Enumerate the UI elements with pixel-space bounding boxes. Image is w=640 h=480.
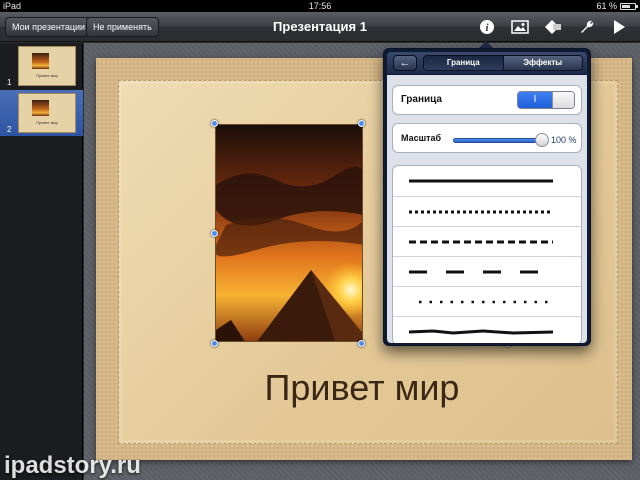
- slide-preview-text: Привет мир: [36, 120, 58, 125]
- slide-preview-photo: [32, 53, 49, 69]
- slide-thumbnail-2[interactable]: 2 Привет мир: [0, 90, 83, 136]
- battery-status: 61 %: [596, 0, 638, 12]
- my-presentations-button[interactable]: Мои презентации: [5, 17, 93, 37]
- slide-number: 1: [7, 78, 12, 87]
- scale-slider-track[interactable]: [453, 138, 541, 143]
- slide-image[interactable]: [215, 124, 363, 342]
- scale-value: 100 %: [551, 135, 577, 145]
- slide-navigator: 1 Привет мир 2 Привет мир: [0, 43, 83, 480]
- slide-thumbnail-1[interactable]: 1 Привет мир: [0, 43, 83, 89]
- back-arrow-icon[interactable]: ←: [393, 55, 417, 71]
- slide-preview: Привет мир: [18, 46, 76, 86]
- shapes-icon[interactable]: [541, 16, 565, 38]
- line-style-solid[interactable]: [393, 166, 581, 196]
- border-toggle-row: Граница I: [392, 85, 582, 115]
- line-style-list: [392, 165, 582, 343]
- resize-handle-bottom-left[interactable]: [211, 340, 218, 347]
- scale-slider-knob[interactable]: [535, 133, 549, 147]
- resize-handle-top-right[interactable]: [358, 120, 365, 127]
- play-icon[interactable]: [607, 16, 631, 38]
- watermark: ipadstory.ru: [4, 452, 141, 479]
- status-bar: iPad 17:56 61 %: [0, 0, 640, 12]
- toolbar: Мои презентации Не применять Презентация…: [0, 12, 640, 42]
- status-time: 17:56: [308, 1, 332, 11]
- resize-handle-top-left[interactable]: [211, 120, 218, 127]
- slide-preview-text: Привет мир: [36, 73, 58, 78]
- popover-tabs: Граница Эффекты: [423, 55, 583, 71]
- popover-body: Граница I Масштаб 100 %: [387, 75, 587, 343]
- dont-apply-button[interactable]: Не применять: [86, 17, 159, 37]
- line-style-dotted[interactable]: [393, 196, 581, 226]
- line-style-dashed[interactable]: [393, 226, 581, 256]
- battery-percent: 61 %: [596, 1, 617, 11]
- wrench-icon[interactable]: [575, 16, 599, 38]
- line-style-sparse-dotted[interactable]: [393, 286, 581, 316]
- info-icon[interactable]: i: [475, 16, 499, 38]
- resize-handle-middle-left[interactable]: [211, 230, 218, 237]
- tab-border[interactable]: Граница: [424, 56, 503, 70]
- scale-row: Масштаб 100 %: [392, 123, 582, 153]
- popover-header: ← Граница Эффекты: [387, 52, 587, 74]
- tab-effects[interactable]: Эффекты: [502, 56, 582, 70]
- battery-icon: [620, 2, 638, 10]
- border-switch[interactable]: I: [517, 91, 575, 109]
- slide-preview: Привет мир: [18, 93, 76, 133]
- switch-on-indicator: I: [518, 92, 552, 108]
- image-icon[interactable]: [508, 16, 532, 38]
- slide-title[interactable]: Привет мир: [84, 367, 640, 409]
- format-popover: ← Граница Эффекты Граница I Масштаб 100 …: [383, 48, 591, 346]
- border-label: Граница: [401, 94, 442, 105]
- resize-handle-bottom-right[interactable]: [358, 340, 365, 347]
- switch-knob: [552, 92, 574, 108]
- scale-label: Масштаб: [401, 133, 442, 143]
- slide-preview-photo: [32, 100, 49, 116]
- line-style-long-dash[interactable]: [393, 256, 581, 286]
- slide-number: 2: [7, 125, 12, 134]
- line-style-rough[interactable]: [393, 316, 581, 343]
